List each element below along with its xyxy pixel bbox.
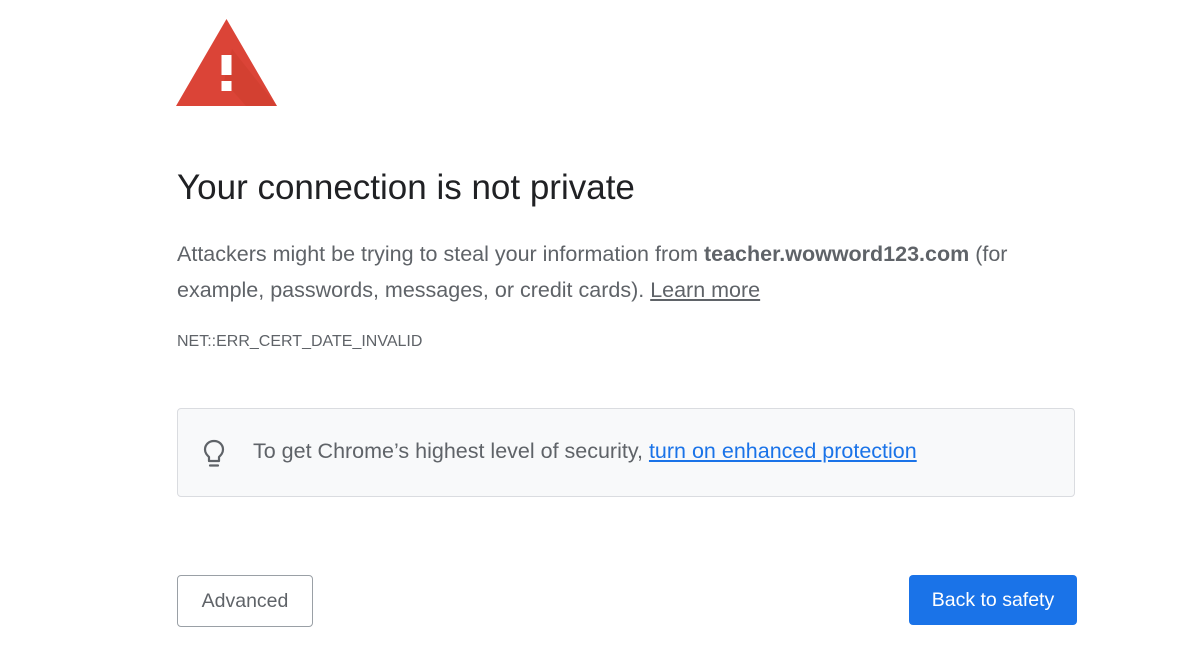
enhanced-protection-label: To get Chrome’s highest level of securit…	[253, 439, 649, 463]
warning-triangle-icon	[176, 19, 277, 106]
interstitial-page: Your connection is not private Attackers…	[0, 0, 1193, 672]
page-title: Your connection is not private	[177, 168, 635, 207]
learn-more-link[interactable]: Learn more	[650, 278, 760, 302]
enhanced-protection-text: To get Chrome’s highest level of securit…	[253, 439, 917, 464]
advanced-button[interactable]: Advanced	[177, 575, 313, 627]
lightbulb-icon	[203, 439, 225, 467]
error-code: NET::ERR_CERT_DATE_INVALID	[177, 333, 423, 350]
enhanced-protection-link[interactable]: turn on enhanced protection	[649, 439, 917, 463]
site-domain: teacher.wowword123.com	[703, 242, 970, 266]
enhanced-protection-banner: To get Chrome’s highest level of securit…	[177, 408, 1075, 497]
warning-message: Attackers might be trying to steal your …	[177, 236, 1077, 308]
back-to-safety-button[interactable]: Back to safety	[909, 575, 1077, 625]
message-prefix: Attackers might be trying to steal your …	[177, 242, 704, 266]
